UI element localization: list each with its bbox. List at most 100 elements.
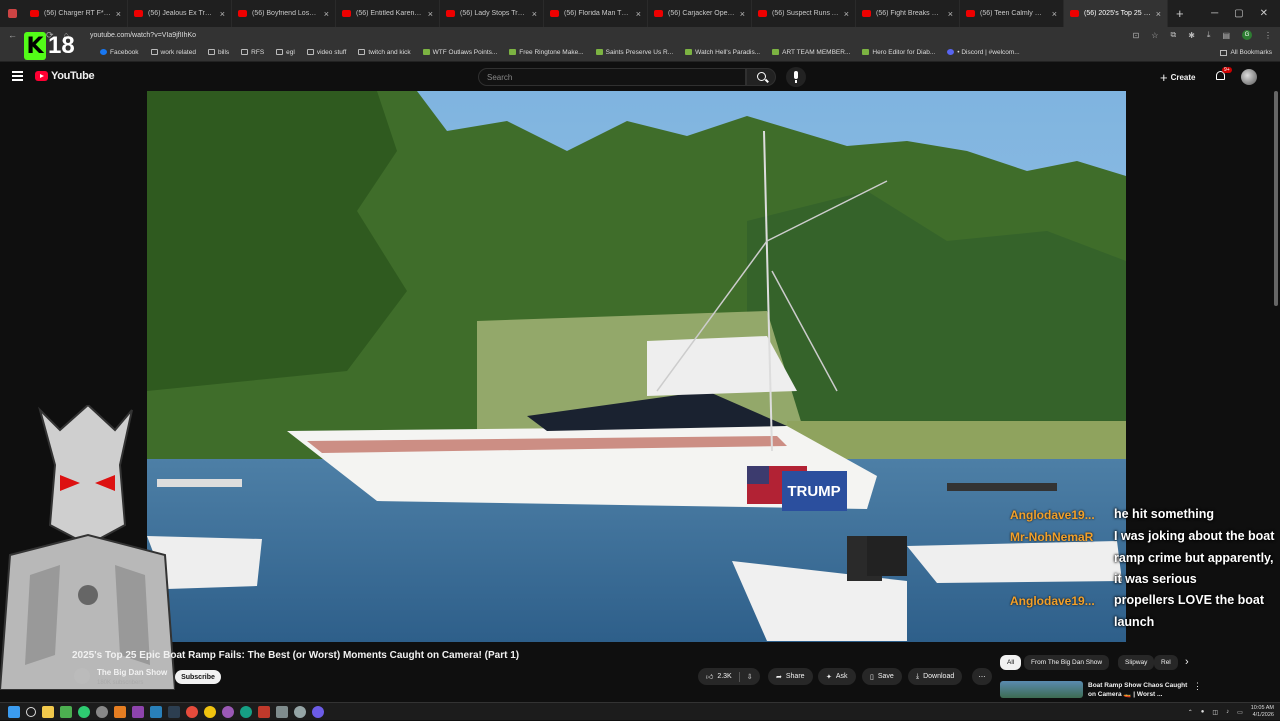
subscribe-button[interactable]: Subscribe — [175, 670, 221, 684]
taskbar-app-icon[interactable] — [60, 705, 72, 718]
taskbar-app-icon[interactable] — [132, 705, 144, 718]
browser-tab[interactable]: (56) Fight Breaks Out in B × — [856, 0, 960, 27]
tab-search-icon[interactable] — [0, 0, 24, 27]
filter-chip[interactable]: Rel — [1154, 655, 1178, 670]
channel-name[interactable]: The Big Dan Show — [97, 668, 167, 677]
sidebar-icon[interactable]: ▤ — [1222, 31, 1230, 40]
search-icon[interactable] — [746, 68, 776, 86]
bookmark-item[interactable]: Facebook — [100, 49, 139, 56]
bookmark-item[interactable]: bills — [207, 49, 229, 56]
filter-chip[interactable]: Slipway — [1118, 655, 1155, 670]
more-actions-button[interactable]: ⋯ — [972, 668, 992, 685]
bookmark-item[interactable]: Watch Hell's Paradis... — [685, 49, 760, 56]
network-icon[interactable]: ◫ — [1212, 709, 1218, 716]
browser-tab[interactable]: (56) Suspect Runs After T × — [752, 0, 856, 27]
mic-tray-icon[interactable]: ● — [1201, 709, 1205, 715]
taskbar-app-icon[interactable] — [258, 705, 270, 718]
create-button[interactable]: + Create — [1160, 69, 1196, 85]
bookmark-item[interactable]: work related — [150, 49, 196, 56]
taskbar-app-icon[interactable] — [168, 705, 180, 718]
taskbar-app-icon[interactable] — [222, 705, 234, 718]
taskbar-app-icon[interactable] — [276, 705, 288, 718]
hamburger-menu-icon[interactable] — [12, 71, 23, 81]
bookmark-item[interactable]: RFS — [241, 49, 264, 56]
install-icon[interactable]: ⊡ — [1133, 31, 1140, 40]
filter-chip[interactable]: From The Big Dan Show — [1024, 655, 1110, 670]
battery-icon[interactable]: ▭ — [1237, 709, 1243, 716]
close-tab-icon[interactable]: × — [1156, 9, 1161, 19]
close-tab-icon[interactable]: × — [220, 9, 225, 19]
browser-tab[interactable]: (56) Entitled Karen Goes I × — [336, 0, 440, 27]
close-tab-icon[interactable]: × — [532, 9, 537, 19]
extension-icon[interactable]: ⧉ — [1170, 30, 1176, 40]
bookmark-item[interactable]: video stuff — [306, 49, 346, 56]
browser-tab[interactable]: (56) Carjacker Opens Fire × — [648, 0, 752, 27]
profile-avatar[interactable]: G — [1242, 30, 1252, 40]
recommended-thumbnail[interactable] — [1000, 681, 1083, 698]
browser-tab[interactable]: (56) Lady Stops Traffic to × — [440, 0, 544, 27]
save-button[interactable]: ▯ Save — [862, 668, 902, 685]
minimize-icon[interactable]: ─ — [1211, 8, 1218, 19]
file-explorer-icon[interactable] — [42, 705, 54, 718]
taskbar-app-icon[interactable] — [96, 705, 108, 718]
volume-icon[interactable]: ♪ — [1226, 709, 1229, 715]
bookmark-item[interactable]: • Discord | #welcom... — [947, 49, 1020, 56]
user-avatar[interactable] — [1241, 69, 1257, 85]
browser-tab[interactable]: (56) Charger RT F**S UP × — [24, 0, 128, 27]
close-window-icon[interactable]: ✕ — [1260, 8, 1268, 19]
puzzle-icon[interactable]: ✱ — [1188, 31, 1195, 40]
bookmark-item[interactable]: twitch and kick — [358, 49, 411, 56]
taskbar-app-icon[interactable] — [240, 705, 252, 718]
bookmark-item[interactable]: Hero Editor for Diab... — [862, 49, 935, 56]
browser-tab[interactable]: (56) Boyfriend Loses It Af × — [232, 0, 336, 27]
like-dislike-button[interactable]: 👍︎ 2.3K ⇩ — [698, 668, 760, 685]
taskbar-app-icon[interactable] — [150, 705, 162, 718]
download-icon[interactable]: ⤓ — [1207, 30, 1211, 40]
search-input[interactable]: Search — [478, 68, 746, 86]
ask-button[interactable]: ✦ Ask — [818, 668, 856, 685]
chrome-icon[interactable] — [204, 705, 216, 718]
close-tab-icon[interactable]: × — [428, 9, 433, 19]
taskbar-search-icon[interactable] — [26, 706, 36, 717]
bookmark-item[interactable]: egl — [276, 49, 295, 56]
taskbar-app-icon[interactable] — [78, 705, 90, 718]
filter-chip[interactable]: All — [1000, 655, 1022, 670]
close-tab-icon[interactable]: × — [1052, 9, 1057, 19]
close-tab-icon[interactable]: × — [636, 9, 641, 19]
taskbar-app-icon[interactable] — [312, 705, 324, 718]
new-tab-button[interactable]: + — [1168, 6, 1192, 21]
bookmark-item[interactable]: ART TEAM MEMBER... — [772, 49, 850, 56]
video-player[interactable]: TRUMP — [147, 91, 1126, 642]
browser-tab[interactable]: (56) 2025's Top 25 Epi × — [1064, 0, 1168, 27]
browser-tab[interactable]: (56) Jealous Ex Tracks Hi × — [128, 0, 232, 27]
chevron-right-icon[interactable]: › — [1185, 656, 1189, 668]
recommended-more-icon[interactable]: ⋮ — [1193, 681, 1202, 692]
windows-start-icon[interactable] — [8, 705, 20, 718]
close-tab-icon[interactable]: × — [116, 9, 121, 19]
back-icon[interactable]: ← — [8, 30, 17, 41]
close-tab-icon[interactable]: × — [324, 9, 329, 19]
channel-avatar[interactable] — [74, 668, 90, 684]
notifications-bell-icon[interactable]: 9+ — [1215, 67, 1232, 82]
recommended-title[interactable]: Boat Ramp Show Chaos Caught on Camera 🚤 … — [1088, 681, 1193, 699]
page-scrollbar[interactable] — [1274, 91, 1278, 306]
chevron-up-icon[interactable]: ⌃ — [1188, 709, 1193, 716]
download-button[interactable]: ⤓ Download — [908, 668, 963, 685]
bookmark-item[interactable]: Saints Preserve Us R... — [595, 49, 673, 56]
close-tab-icon[interactable]: × — [844, 9, 849, 19]
youtube-logo[interactable]: YouTube — [35, 70, 95, 82]
taskbar-app-icon[interactable] — [294, 705, 306, 718]
clock[interactable]: 10:05 AM 4/1/2026 — [1251, 705, 1274, 719]
url-field[interactable]: youtube.com/watch?v=VIa9jfIIhKo — [90, 32, 196, 39]
taskbar-app-icon[interactable] — [114, 705, 126, 718]
browser-tab[interactable]: (56) Florida Man Threaten × — [544, 0, 648, 27]
bookmark-item[interactable]: Free Ringtone Make... — [509, 49, 584, 56]
bookmark-item[interactable]: WTF Outlaws Points... — [422, 49, 497, 56]
browser-tab[interactable]: (56) Teen Calmly Calls 911 × — [960, 0, 1064, 27]
share-button[interactable]: ➦ Share — [768, 668, 813, 685]
bookmark-star-icon[interactable]: ☆ — [1151, 31, 1158, 40]
taskbar-app-icon[interactable] — [186, 705, 198, 718]
maximize-icon[interactable]: ▢ — [1234, 8, 1243, 19]
close-tab-icon[interactable]: × — [740, 9, 745, 19]
all-bookmarks[interactable]: All Bookmarks — [1220, 43, 1272, 62]
